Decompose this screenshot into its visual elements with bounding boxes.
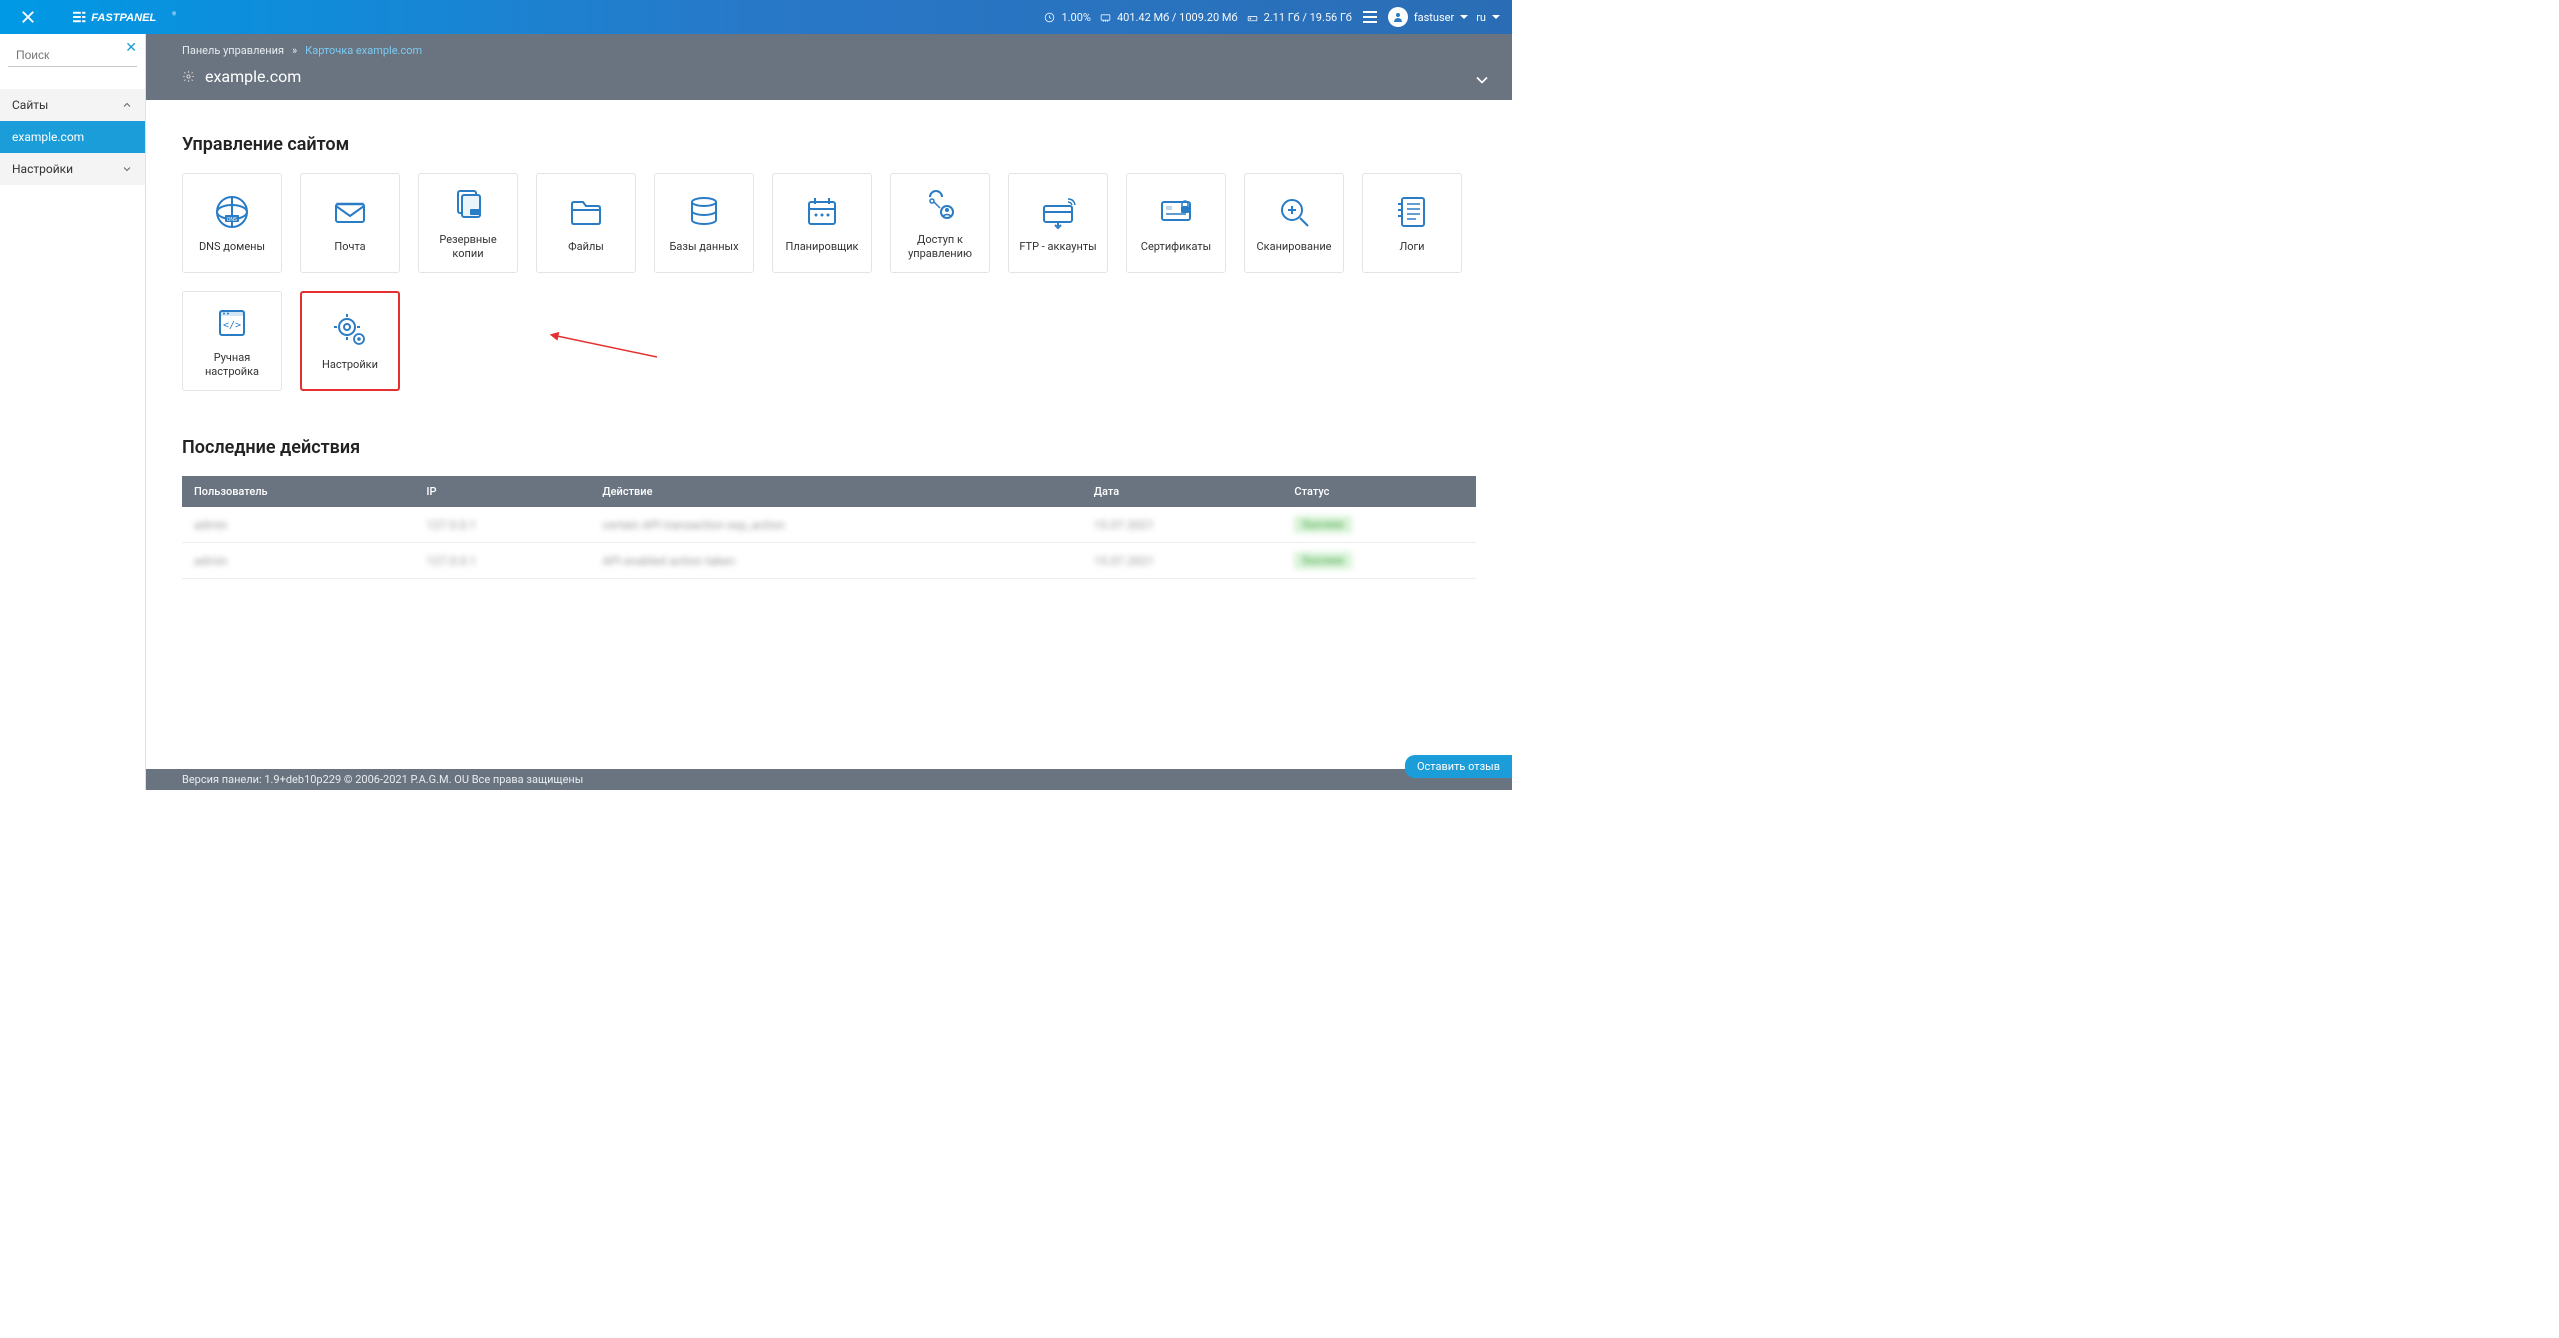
breadcrumb-current[interactable]: Карточка example.com	[305, 44, 422, 57]
svg-text:FASTPANEL: FASTPANEL	[91, 12, 156, 24]
gear-icon	[182, 70, 195, 83]
card-ftp[interactable]: FTP - аккаунты	[1008, 173, 1108, 273]
sidebar-group-sites[interactable]: Сайты	[0, 89, 145, 121]
certs-icon	[1156, 192, 1196, 232]
lang-label: ru	[1476, 11, 1486, 24]
files-icon	[566, 192, 606, 232]
settings-icon	[330, 310, 370, 350]
footer-text: Версия панели: 1.9+deb10p229 © 2006-2021…	[182, 773, 583, 786]
mail-icon	[330, 192, 370, 232]
table-header: Пользователь	[182, 476, 414, 507]
card-label: Ручная настройка	[183, 351, 281, 380]
card-label: Базы данных	[665, 240, 742, 254]
scan-icon	[1274, 192, 1314, 232]
card-dns[interactable]: DNS домены	[182, 173, 282, 273]
avatar-icon	[1388, 7, 1408, 27]
disk-stat: 2.11 Гб / 19.56 Гб	[1246, 11, 1352, 24]
backup-icon	[448, 185, 488, 225]
caret-down-icon	[1460, 15, 1468, 19]
card-label: Сканирование	[1252, 240, 1335, 254]
status-badge: Success	[1294, 516, 1351, 533]
breadcrumb: Панель управления » Карточка example.com	[182, 44, 1476, 57]
card-db[interactable]: Базы данных	[654, 173, 754, 273]
user-menu[interactable]: fastuser	[1388, 7, 1468, 27]
logs-icon	[1392, 192, 1432, 232]
caret-down-icon	[1492, 15, 1500, 19]
chevron-down-icon	[121, 163, 133, 175]
breadcrumb-sep: »	[292, 44, 297, 57]
card-backup[interactable]: Резервные копии	[418, 173, 518, 273]
card-label: Почта	[330, 240, 369, 254]
cpu-stat: 1.00%	[1043, 11, 1091, 24]
sidebar: ✕ Сайты example.com Настройки	[0, 34, 146, 790]
status-badge: Success	[1294, 552, 1351, 569]
recent-actions-table: ПользовательIPДействиеДатаСтатус admin12…	[182, 476, 1476, 579]
section-manage-title: Управление сайтом	[182, 134, 1476, 155]
card-label: DNS домены	[195, 240, 269, 254]
table-row: admin127.0.0.1API enabled action taken15…	[182, 543, 1476, 579]
card-label: Файлы	[564, 240, 608, 254]
dns-icon	[212, 192, 252, 232]
table-header: IP	[414, 476, 590, 507]
menu-icon[interactable]	[1360, 7, 1380, 27]
logo[interactable]: FASTPANEL ®	[73, 9, 223, 25]
sidebar-group-label: Сайты	[12, 98, 48, 112]
cron-icon	[802, 192, 842, 232]
card-label: Планировщик	[781, 240, 862, 254]
table-header: Статус	[1282, 476, 1476, 507]
table-row: admin127.0.0.1certain API transaction ex…	[182, 507, 1476, 543]
sidebar-group-settings[interactable]: Настройки	[0, 153, 145, 185]
search-close-icon[interactable]: ✕	[125, 40, 137, 56]
card-label: FTP - аккаунты	[1015, 240, 1100, 254]
card-label: Доступ к управлению	[891, 233, 989, 262]
card-scan[interactable]: Сканирование	[1244, 173, 1344, 273]
card-files[interactable]: Файлы	[536, 173, 636, 273]
chevron-up-icon	[121, 99, 133, 111]
card-manual[interactable]: Ручная настройка	[182, 291, 282, 391]
card-mail[interactable]: Почта	[300, 173, 400, 273]
card-logs[interactable]: Логи	[1362, 173, 1462, 273]
footer: Версия панели: 1.9+deb10p229 © 2006-2021…	[146, 769, 1512, 790]
breadcrumb-root[interactable]: Панель управления	[182, 44, 284, 57]
sidebar-group-label: Настройки	[12, 162, 73, 176]
manual-icon	[212, 303, 252, 343]
feedback-button[interactable]: Оставить отзыв	[1405, 755, 1512, 778]
table-header: Дата	[1082, 476, 1283, 507]
lang-menu[interactable]: ru	[1476, 11, 1500, 24]
sidebar-item-site[interactable]: example.com	[0, 121, 145, 153]
card-cron[interactable]: Планировщик	[772, 173, 872, 273]
card-label: Логи	[1395, 240, 1428, 254]
card-access[interactable]: Доступ к управлению	[890, 173, 990, 273]
card-label: Настройки	[318, 358, 382, 372]
table-header: Действие	[590, 476, 1081, 507]
page-title: example.com	[205, 67, 301, 86]
sub-header: Панель управления » Карточка example.com…	[146, 34, 1512, 100]
db-icon	[684, 192, 724, 232]
access-icon	[920, 185, 960, 225]
sidebar-item-label: example.com	[12, 130, 84, 144]
svg-text:®: ®	[172, 11, 176, 18]
expand-toggle[interactable]	[1472, 70, 1492, 94]
section-recent-title: Последние действия	[182, 437, 1476, 458]
card-label: Резервные копии	[419, 233, 517, 262]
close-button[interactable]	[0, 0, 55, 34]
card-label: Сертификаты	[1137, 240, 1215, 254]
ftp-icon	[1038, 192, 1078, 232]
card-settings[interactable]: Настройки	[300, 291, 400, 391]
card-certs[interactable]: Сертификаты	[1126, 173, 1226, 273]
memory-stat: 401.42 Мб / 1009.20 Мб	[1099, 11, 1238, 24]
user-name: fastuser	[1414, 11, 1454, 24]
